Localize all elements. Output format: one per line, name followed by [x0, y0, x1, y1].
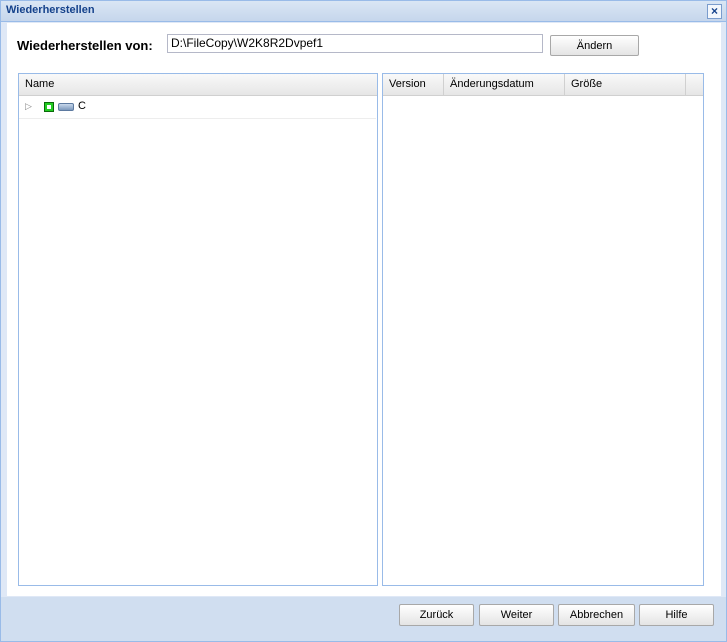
change-button[interactable]: Ändern: [550, 35, 639, 56]
button-bar: Zurück Weiter Abbrechen Hilfe: [1, 597, 726, 641]
column-name[interactable]: Name: [19, 74, 377, 95]
versions-panel: Version Änderungsdatum Größe: [382, 73, 704, 586]
column-size[interactable]: Größe: [565, 74, 686, 95]
tree-item-label[interactable]: C: [78, 100, 86, 112]
tree-row[interactable]: ▷ C: [19, 96, 376, 119]
title-bar[interactable]: Wiederherstellen ×: [1, 1, 726, 22]
close-icon[interactable]: ×: [707, 4, 722, 19]
restore-from-label: Wiederherstellen von:: [17, 38, 153, 53]
back-button[interactable]: Zurück: [399, 604, 474, 626]
column-spacer: [686, 74, 703, 95]
tree-header: Name: [19, 74, 377, 96]
drive-icon: [58, 103, 74, 111]
cancel-button[interactable]: Abbrechen: [558, 604, 635, 626]
column-modified-date[interactable]: Änderungsdatum: [444, 74, 565, 95]
dialog-title: Wiederherstellen: [6, 4, 95, 16]
tree-panel: Name ▷ C: [18, 73, 378, 586]
next-button[interactable]: Weiter: [479, 604, 554, 626]
restore-path-field[interactable]: D:\FileCopy\W2K8R2Dvpef1: [167, 34, 543, 53]
versions-header: Version Änderungsdatum Größe: [383, 74, 703, 96]
checkbox-icon[interactable]: [44, 102, 54, 112]
restore-dialog: Wiederherstellen × Wiederherstellen von:…: [0, 0, 727, 642]
column-version[interactable]: Version: [383, 74, 444, 95]
expand-arrow-icon[interactable]: ▷: [25, 101, 32, 112]
help-button[interactable]: Hilfe: [639, 604, 714, 626]
dialog-body: Wiederherstellen von: D:\FileCopy\W2K8R2…: [7, 23, 721, 596]
